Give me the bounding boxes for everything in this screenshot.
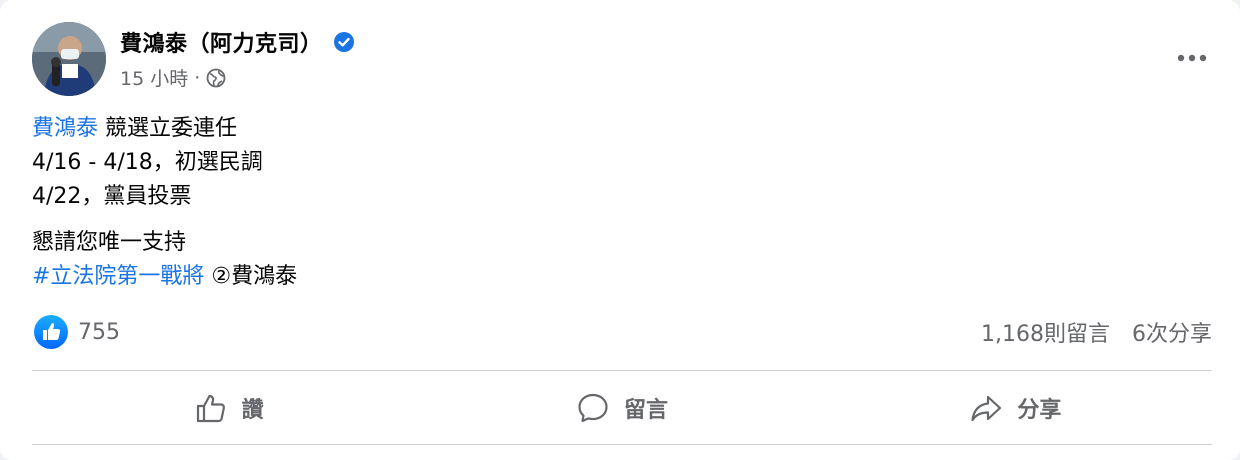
post-line-1: 費鴻泰 競選立委連任 [32, 112, 297, 146]
thumbs-up-icon [196, 394, 225, 423]
post-line-3: 4/22，黨員投票 [32, 184, 192, 209]
reactions-summary[interactable]: 755 [34, 315, 120, 349]
comment-bubble-icon [578, 393, 608, 423]
like-button-label: 讚 [241, 398, 264, 423]
share-arrow-icon [971, 395, 1002, 422]
hashtag-link[interactable]: #立法院第一戰將 [32, 264, 204, 289]
engagement-counts: 1,168則留言 6次分享 [981, 316, 1212, 348]
post-stats: 755 1,168則留言 6次分享 [34, 312, 1212, 352]
post-card: 費鴻泰（阿力克司） 15 小時 · 費鴻泰 競選立委連任 4/16 - 4/18… [0, 0, 1240, 460]
like-badge-icon [34, 315, 68, 349]
post-line-4: 懇請您唯一支持 [32, 230, 187, 255]
author-mention-link[interactable]: 費鴻泰 [32, 116, 98, 141]
action-bar: 讚 留言 分享 [32, 372, 1212, 444]
comment-button[interactable]: 留言 [425, 372, 818, 444]
author-row: 費鴻泰（阿力克司） [120, 26, 355, 58]
post-line-5-text: ②費鴻泰 [204, 264, 298, 289]
author-name[interactable]: 費鴻泰（阿力克司） [120, 26, 323, 58]
post-timestamp[interactable]: 15 小時 [120, 64, 188, 91]
actions-divider-top [32, 370, 1212, 371]
share-button[interactable]: 分享 [819, 372, 1212, 444]
avatar[interactable] [32, 22, 106, 96]
comment-button-label: 留言 [623, 398, 668, 423]
shares-count[interactable]: 6次分享 [1132, 316, 1212, 348]
post-meta: 15 小時 · [120, 64, 226, 91]
post-line-2: 4/16 - 4/18，初選民調 [32, 150, 263, 175]
like-button[interactable]: 讚 [32, 372, 425, 444]
verified-badge-icon [333, 31, 355, 53]
comments-count[interactable]: 1,168則留言 [981, 316, 1110, 348]
globe-icon[interactable] [206, 68, 226, 88]
share-button-label: 分享 [1017, 398, 1062, 423]
likes-count: 755 [78, 319, 120, 345]
post-header: 費鴻泰（阿力克司） 15 小時 · [32, 22, 1212, 98]
post-line-5: #立法院第一戰將 ②費鴻泰 [32, 260, 297, 294]
meta-separator: · [194, 66, 201, 89]
post-line-1-text: 競選立委連任 [98, 116, 238, 141]
actions-divider-bottom [32, 444, 1212, 445]
more-dots-icon[interactable] [1174, 40, 1210, 76]
post-content: 費鴻泰 競選立委連任 4/16 - 4/18，初選民調 4/22，黨員投票 懇請… [32, 112, 297, 294]
